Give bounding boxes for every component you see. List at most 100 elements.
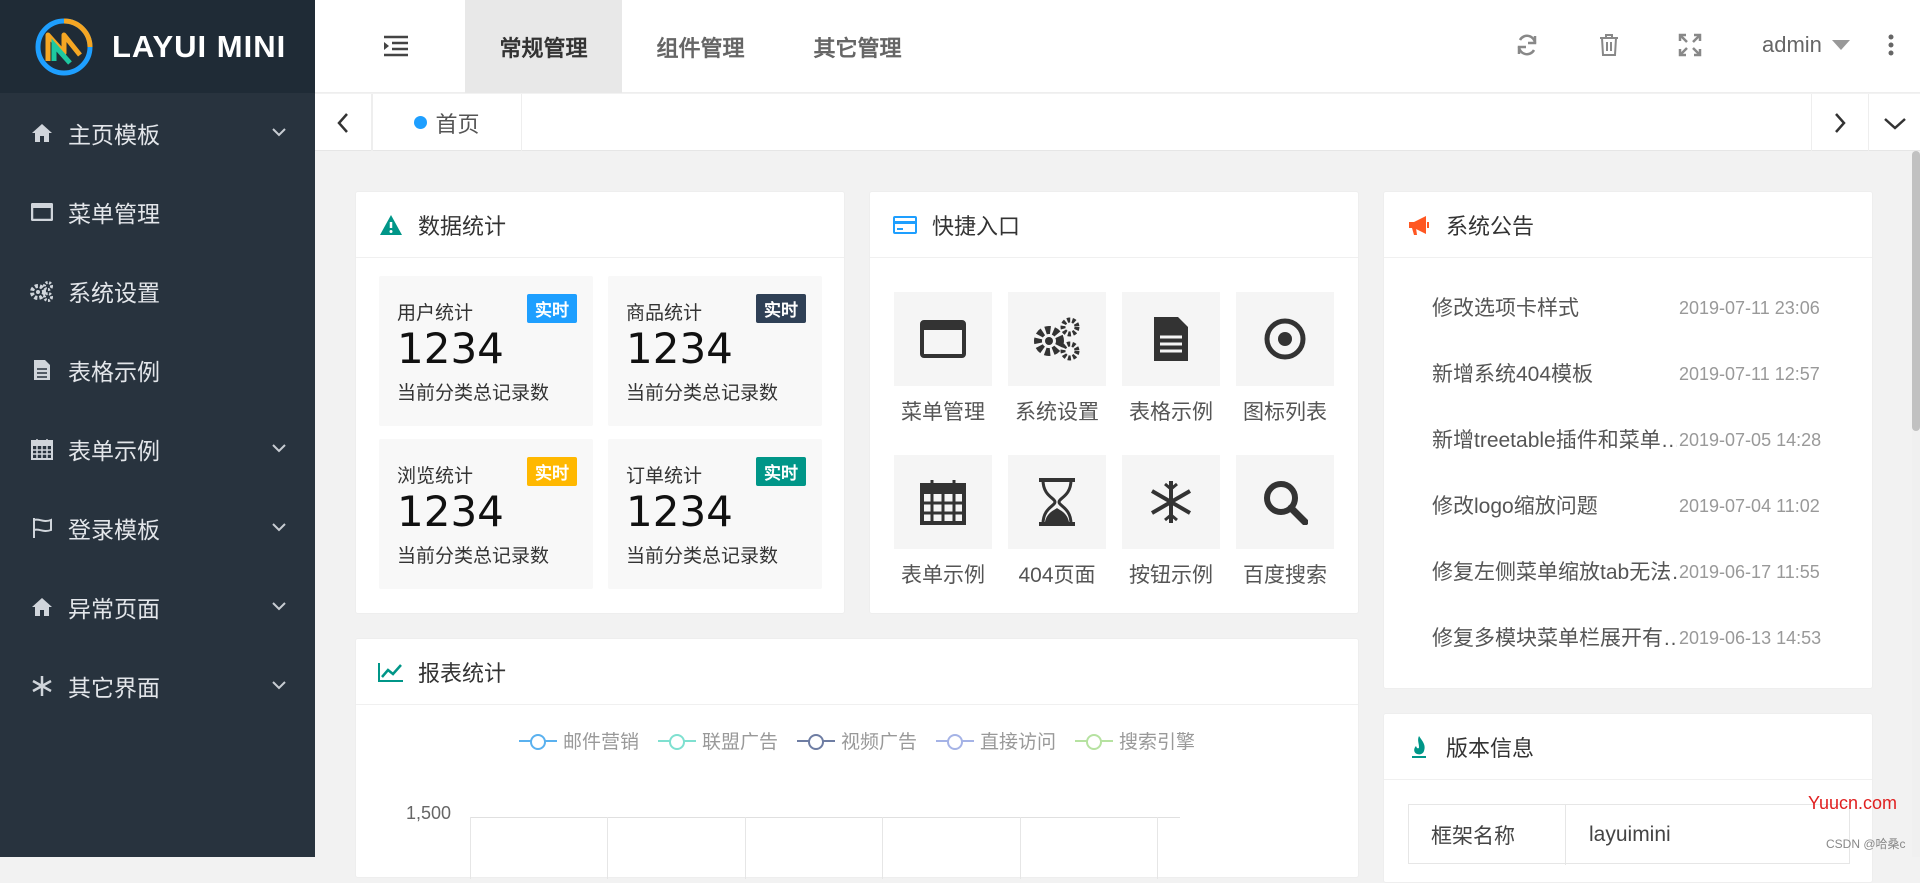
sidebar-item-table-example[interactable]: 表格示例: [0, 330, 315, 409]
window-icon: [30, 200, 54, 224]
stat-label: 浏览统计: [397, 466, 474, 487]
dot-circle-icon: [1264, 318, 1306, 360]
sidebar-item-label: 其它界面: [68, 674, 160, 701]
fullscreen-icon[interactable]: [1678, 33, 1702, 57]
quick-baidu-search[interactable]: 百度搜索: [1236, 455, 1334, 589]
legend-label: 视频广告: [841, 732, 918, 753]
tab-other-manage[interactable]: 其它管理: [779, 0, 936, 93]
window-icon: [920, 320, 966, 358]
legend-marker: [936, 733, 974, 750]
notice-item[interactable]: 修改选项卡样式 2019-07-11 23:06: [1432, 292, 1872, 332]
top-header: 常规管理 组件管理 其它管理 admin: [315, 0, 1920, 93]
card-header: 版本信息: [1384, 714, 1872, 780]
quick-404-page[interactable]: 404页面: [1008, 455, 1106, 589]
tab-scroll-right-button[interactable]: [1811, 94, 1868, 151]
chevron-down-icon: [272, 128, 286, 137]
sidebar-item-label: 异常页面: [68, 595, 160, 622]
quick-icon-list[interactable]: 图标列表: [1236, 292, 1334, 426]
version-value: layuimini: [1589, 823, 1671, 846]
sidebar-item-label: 主页模板: [68, 121, 160, 148]
sidebar-item-login-template[interactable]: 登录模板: [0, 488, 315, 567]
file-icon: [30, 358, 54, 382]
tab-scroll-left-button[interactable]: [315, 94, 372, 151]
flag-icon: [30, 516, 54, 540]
stat-order[interactable]: 订单统计 实时 1234 当前分类总记录数: [608, 439, 822, 589]
stat-browse[interactable]: 浏览统计 实时 1234 当前分类总记录数: [379, 439, 593, 589]
notice-title: 修改选项卡样式: [1432, 297, 1579, 320]
page-scrollbar[interactable]: [1912, 151, 1920, 857]
sidebar-item-form-example[interactable]: 表单示例: [0, 409, 315, 488]
card-header: 报表统计: [356, 639, 1358, 705]
sidebar-item-menu-manage[interactable]: 菜单管理: [0, 172, 315, 251]
quick-button-example[interactable]: 按钮示例: [1122, 455, 1220, 589]
gears-icon: [30, 279, 54, 303]
legend-item[interactable]: 邮件营销: [519, 727, 639, 754]
chevron-left-icon: [337, 112, 348, 133]
quick-table-example[interactable]: 表格示例: [1122, 292, 1220, 426]
sidebar-item-label: 系统设置: [68, 279, 160, 306]
legend-label: 搜索引擎: [1119, 732, 1196, 753]
realtime-badge: 实时: [756, 294, 806, 323]
tab-general-manage[interactable]: 常规管理: [465, 0, 622, 93]
stat-user[interactable]: 用户统计 实时 1234 当前分类总记录数: [379, 276, 593, 426]
notice-title: 修改logo缩放问题: [1432, 495, 1598, 518]
notice-item[interactable]: 新增treetable插件和菜单… 2019-07-05 14:28: [1432, 424, 1872, 464]
file-icon: [1154, 317, 1188, 361]
quick-system-settings[interactable]: 系统设置: [1008, 292, 1106, 426]
calendar-icon: [30, 437, 54, 461]
stat-product[interactable]: 商品统计 实时 1234 当前分类总记录数: [608, 276, 822, 426]
notice-date: 2019-06-13 14:53: [1677, 628, 1822, 649]
logo[interactable]: LAYUI MINI: [0, 0, 315, 93]
sidebar-item-label: 表格示例: [68, 358, 160, 385]
card-header: 数据统计: [356, 192, 844, 258]
quick-form-example[interactable]: 表单示例: [894, 455, 992, 589]
sidebar-item-other-pages[interactable]: 其它界面: [0, 646, 315, 725]
legend-item[interactable]: 视频广告: [797, 727, 917, 754]
notice-item[interactable]: 新增系统404模板 2019-07-11 12:57: [1432, 358, 1872, 398]
hourglass-icon: [1039, 478, 1075, 526]
refresh-icon[interactable]: [1515, 33, 1539, 57]
user-name: admin: [1762, 32, 1822, 57]
stat-sub: 当前分类总记录数: [397, 383, 550, 404]
snowflake-icon: [1150, 481, 1192, 523]
user-menu[interactable]: admin: [1762, 32, 1850, 58]
y-axis-tick: 1,500: [406, 803, 452, 823]
realtime-badge: 实时: [756, 457, 806, 486]
chevron-down-icon: [272, 602, 286, 611]
legend-label: 联盟广告: [702, 732, 779, 753]
sidebar-item-home-template[interactable]: 主页模板: [0, 93, 315, 172]
menu-fold-icon[interactable]: [383, 34, 409, 58]
stats-card: 数据统计 用户统计 实时 1234 当前分类总记录数 商品统计 实时 1234 …: [355, 191, 845, 614]
sidebar-item-error-pages[interactable]: 异常页面: [0, 567, 315, 646]
card-header: 快捷入口: [870, 192, 1358, 258]
quick-label: 表单示例: [901, 564, 985, 587]
snowflake-icon: [30, 674, 54, 698]
version-key: 框架名称: [1409, 805, 1566, 865]
quick-menu-manage[interactable]: 菜单管理: [894, 292, 992, 426]
card-title: 报表统计: [418, 660, 507, 686]
notice-title: 新增系统404模板: [1432, 363, 1594, 386]
legend-item[interactable]: 直接访问: [936, 727, 1056, 754]
legend-item[interactable]: 搜索引擎: [1075, 727, 1195, 754]
gears-icon: [1034, 317, 1080, 361]
tab-home[interactable]: 首页: [372, 94, 522, 151]
sidebar-item-system-settings[interactable]: 系统设置: [0, 251, 315, 330]
tab-component-manage[interactable]: 组件管理: [622, 0, 779, 93]
notice-item[interactable]: 修改logo缩放问题 2019-07-04 11:02: [1432, 490, 1872, 530]
notice-item[interactable]: 修复多模块菜单栏展开有… 2019-06-13 14:53: [1432, 622, 1872, 662]
quick-label: 404页面: [1018, 564, 1096, 587]
legend-item[interactable]: 联盟广告: [658, 727, 778, 754]
quick-label: 系统设置: [1015, 401, 1099, 424]
stat-value: 1234: [397, 487, 504, 536]
calendar-icon: [920, 480, 966, 525]
trash-icon[interactable]: [1597, 33, 1621, 57]
notice-item[interactable]: 修复左侧菜单缩放tab无法… 2019-06-17 11:55: [1432, 556, 1872, 596]
scrollbar-thumb[interactable]: [1912, 151, 1920, 431]
tab-home-label: 首页: [435, 111, 480, 137]
tab-options-button[interactable]: [1868, 94, 1920, 151]
legend-marker: [658, 733, 696, 750]
legend-marker: [519, 733, 557, 750]
card-title: 版本信息: [1446, 735, 1535, 761]
fire-icon: [1406, 734, 1432, 760]
more-vertical-icon[interactable]: [1885, 33, 1897, 57]
